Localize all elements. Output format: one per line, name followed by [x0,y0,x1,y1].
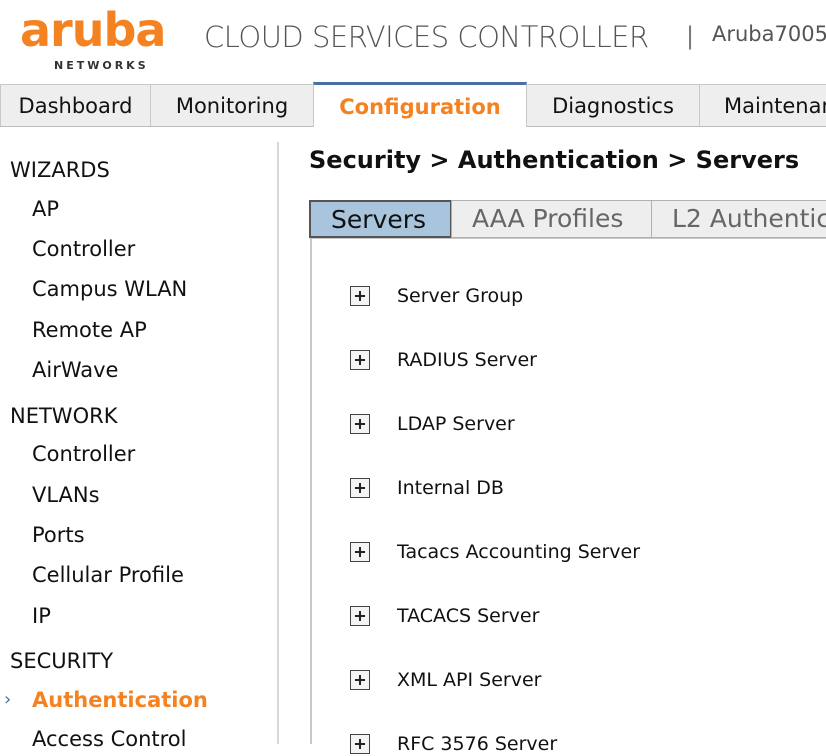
radius-server-label[interactable]: RADIUS Server [397,349,537,371]
header-separator: | [686,22,695,50]
expand-plus-icon[interactable] [350,414,370,434]
sidebar-item-airwave[interactable]: AirWave [32,358,118,382]
sidebar-heading-network: NETWORK [10,404,118,428]
expand-plus-icon[interactable] [350,606,370,626]
expand-plus-icon[interactable] [350,286,370,306]
expand-plus-icon[interactable] [350,670,370,690]
expand-plus-icon[interactable] [350,542,370,562]
expand-plus-icon[interactable] [350,478,370,498]
sidebar-item-ports[interactable]: Ports [32,523,85,547]
subtab-aaa-profiles[interactable]: AAA Profiles [451,200,652,238]
subtab-servers[interactable]: Servers [309,200,452,238]
sidebar-item-authentication[interactable]: Authentication [32,688,208,712]
chevron-right-icon: › [4,689,12,710]
logo-wordmark: aruba [20,3,166,57]
app-header: aruba NETWORKS CLOUD SERVICES CONTROLLER… [0,0,826,82]
tacacs-server-label[interactable]: TACACS Server [397,605,539,627]
internal-db-label[interactable]: Internal DB [397,477,504,499]
sidebar-item-access-control[interactable]: Access Control [32,727,186,751]
sidebar-item-campus-wlan[interactable]: Campus WLAN [32,277,187,301]
expand-plus-icon[interactable] [350,350,370,370]
controller-hostname: Aruba7005 [712,22,826,46]
sidebar-item-controller-wizard[interactable]: Controller [32,237,135,261]
rfc-3576-server-label[interactable]: RFC 3576 Server [397,733,557,755]
sidebar-heading-security: SECURITY [10,649,114,673]
sidebar-item-controller[interactable]: Controller [32,442,135,466]
ldap-server-label[interactable]: LDAP Server [397,413,515,435]
breadcrumb: Security > Authentication > Servers [309,146,800,174]
sidebar-item-ip[interactable]: IP [32,604,51,628]
subtab-l2-authentication[interactable]: L2 Authentication [651,200,826,238]
expand-plus-icon[interactable] [350,734,370,754]
tab-diagnostics[interactable]: Diagnostics [526,84,700,126]
aruba-logo: aruba NETWORKS [20,2,166,72]
tab-dashboard[interactable]: Dashboard [0,84,151,126]
tab-configuration[interactable]: Configuration [313,82,527,127]
servers-panel [310,238,826,744]
server-group-label[interactable]: Server Group [397,285,523,307]
xml-api-server-label[interactable]: XML API Server [397,669,541,691]
sidebar-item-ap[interactable]: AP [32,197,59,221]
tacacs-accounting-server-label[interactable]: Tacacs Accounting Server [397,541,640,563]
tab-monitoring[interactable]: Monitoring [150,84,314,126]
sidebar-divider [277,142,279,744]
tab-maintenance[interactable]: Maintenance [699,84,826,126]
sidebar-item-vlans[interactable]: VLANs [32,483,100,507]
sidebar-item-cellular-profile[interactable]: Cellular Profile [32,563,184,587]
logo-subtext: NETWORKS [54,59,149,72]
product-title: CLOUD SERVICES CONTROLLER [204,20,649,54]
sidebar-heading-wizards: WIZARDS [10,158,110,182]
sidebar-item-remote-ap[interactable]: Remote AP [32,318,147,342]
